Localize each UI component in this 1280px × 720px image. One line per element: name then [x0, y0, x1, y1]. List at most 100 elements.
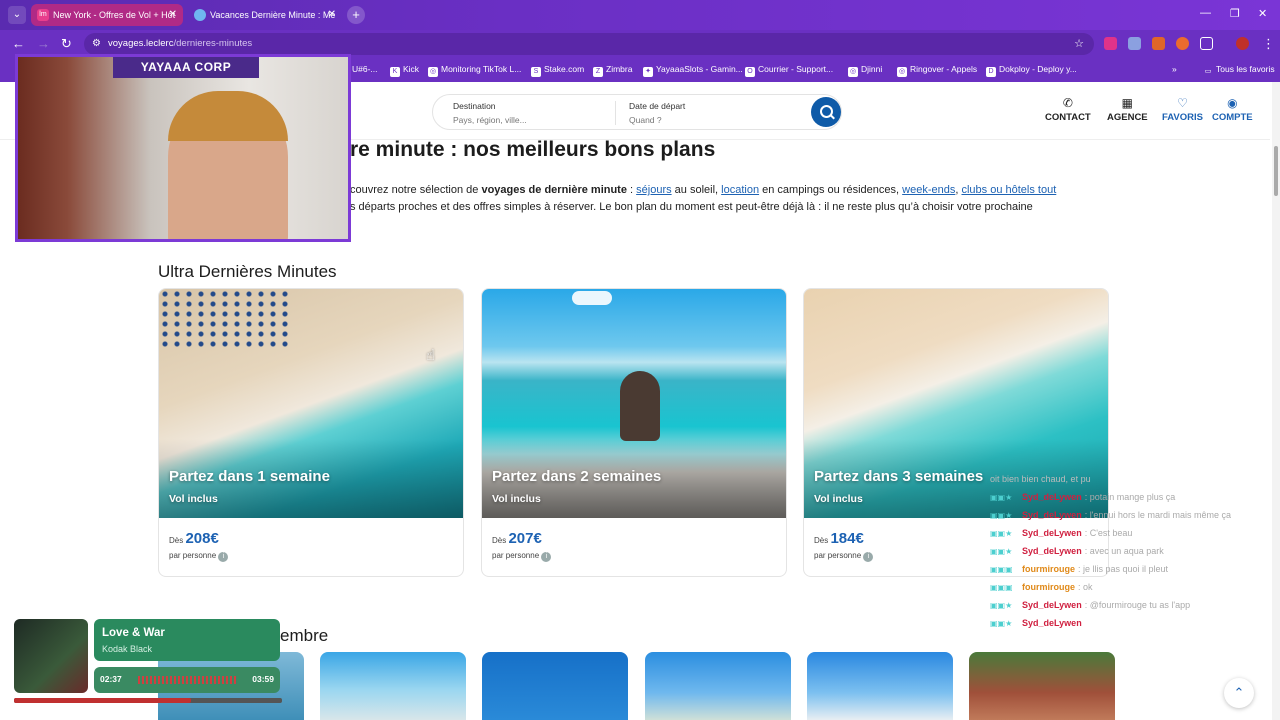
- scrollbar-thumb[interactable]: [1274, 146, 1278, 196]
- badge-icons: ▣▣★: [990, 529, 1013, 538]
- now-playing-widget: Love & War Kodak Black 02:37 03:59: [14, 619, 282, 703]
- tab-list-chevron-icon[interactable]: ⌄: [8, 6, 26, 24]
- outlook-icon: O: [745, 67, 755, 77]
- cloud-shape: [572, 291, 612, 305]
- scroll-to-top-button[interactable]: ⌃: [1224, 678, 1254, 708]
- bookmark-item[interactable]: U#6-...: [352, 64, 378, 74]
- forward-arrow-icon[interactable]: →: [37, 36, 50, 51]
- song-artist: Kodak Black: [102, 644, 153, 654]
- nav-label: FAVORIS: [1162, 112, 1203, 123]
- card-subtitle: Vol inclus: [169, 493, 218, 505]
- globe-icon: ◎: [428, 67, 438, 77]
- info-icon[interactable]: i: [218, 552, 229, 562]
- elapsed-time: 02:37: [100, 674, 122, 684]
- badge-icons: ▣▣▣: [990, 583, 1013, 592]
- bookmark-item[interactable]: ◎ Monitoring TikTok L...: [428, 64, 521, 77]
- price-line: Dès 184€: [814, 530, 864, 547]
- link-location[interactable]: location: [721, 184, 759, 196]
- tab-title: Vacances Dernière Minute : Me: [210, 10, 336, 20]
- bookmark-item[interactable]: Z Zimbra: [593, 64, 632, 77]
- price-line: Dès 208€: [169, 530, 219, 547]
- card-title: Partez dans 1 semaine: [169, 468, 330, 485]
- intro-paragraph: couvrez notre sélection de voyages de de…: [350, 184, 1057, 213]
- bookmark-star-icon[interactable]: ☆: [1074, 33, 1084, 55]
- tab-newyork[interactable]: lm New York - Offres de Vol + Hôt ✕: [31, 4, 183, 26]
- date-placeholder: Quand ?: [629, 115, 662, 125]
- bookmark-item[interactable]: K Kick: [390, 64, 419, 77]
- search-box: Destination Pays, région, ville... Date …: [432, 94, 842, 130]
- search-button[interactable]: [811, 97, 841, 127]
- destination-thumbnail[interactable]: [482, 652, 628, 720]
- more-bookmarks-chevron-icon[interactable]: »: [1172, 64, 1177, 74]
- kebab-menu-icon[interactable]: ⋮: [1262, 36, 1275, 52]
- info-icon[interactable]: i: [541, 552, 552, 562]
- destination-thumbnail[interactable]: [320, 652, 466, 720]
- badge-icons: ▣▣★: [990, 511, 1013, 520]
- offer-card-2-weeks[interactable]: Partez dans 2 semaines Vol inclus Dès 20…: [481, 288, 787, 577]
- phone-icon: ✆: [1062, 96, 1073, 110]
- destination-thumbnail[interactable]: [969, 652, 1115, 720]
- folder-icon: ▭: [1204, 68, 1212, 75]
- nav-favoris[interactable]: ♡ FAVORIS: [1162, 96, 1203, 123]
- bookmark-item[interactable]: ◎ Ringover - Appels: [897, 64, 977, 77]
- nav-label: CONTACT: [1045, 112, 1091, 123]
- lm-favicon-icon: lm: [37, 9, 49, 21]
- destination-thumbnail[interactable]: [645, 652, 791, 720]
- nav-contact[interactable]: ✆ CONTACT: [1045, 96, 1091, 123]
- extension-twitch-icon[interactable]: [1104, 37, 1117, 50]
- url-input[interactable]: ⚙ voyages.leclerc/dernieres-minutes ☆: [84, 33, 1094, 55]
- page-scrollbar[interactable]: [1272, 82, 1280, 720]
- info-icon[interactable]: i: [863, 552, 874, 562]
- bookmark-item[interactable]: O Courrier - Support...: [745, 64, 833, 77]
- badge-icons: ▣▣★: [990, 547, 1013, 556]
- close-tab-icon[interactable]: ✕: [169, 4, 177, 26]
- duration-time: 03:59: [252, 674, 274, 684]
- profile-avatar[interactable]: [1236, 37, 1249, 50]
- link-sejours[interactable]: séjours: [636, 184, 671, 196]
- chat-line: ▣▣★ Syd_deLywen: potain mange plus ça: [990, 492, 1176, 502]
- chat-line: ▣▣★ Syd_deLywen: avec un aqua park: [990, 546, 1164, 556]
- card-subtitle: Vol inclus: [492, 493, 541, 505]
- leclerc-favicon-icon: [194, 9, 206, 21]
- bookmark-item[interactable]: ✦ YayaaaSlots - Gamin...: [643, 64, 743, 77]
- extension-sun-icon[interactable]: [1176, 37, 1189, 50]
- extension-bird-icon[interactable]: [1128, 37, 1141, 50]
- minimize-icon[interactable]: —: [1200, 7, 1211, 19]
- nav-compte[interactable]: ◉ COMPTE: [1212, 96, 1253, 123]
- departure-date-field[interactable]: Date de départ Quand ?: [629, 101, 685, 125]
- album-cover: [14, 619, 88, 693]
- date-label: Date de départ: [629, 101, 686, 111]
- close-tab-icon[interactable]: ✕: [328, 4, 336, 26]
- close-window-icon[interactable]: ✕: [1258, 7, 1267, 20]
- nav-agence[interactable]: ▦ AGENCE: [1107, 96, 1148, 123]
- section-title: Ultra Dernières Minutes: [158, 262, 337, 281]
- reload-icon[interactable]: ↻: [61, 36, 72, 52]
- per-person: par personne i: [169, 551, 229, 562]
- extensions-puzzle-icon[interactable]: [1200, 37, 1213, 50]
- maximize-icon[interactable]: ❐: [1230, 7, 1240, 20]
- offer-card-1-week[interactable]: Partez dans 1 semaine Vol inclus Dès 208…: [158, 288, 464, 577]
- user-icon: ◉: [1227, 96, 1238, 110]
- nav-label: AGENCE: [1107, 112, 1148, 123]
- bookmark-item[interactable]: S Stake.com: [531, 64, 584, 77]
- browser-tab-bar: ⌄ lm New York - Offres de Vol + Hôt ✕ Va…: [0, 0, 1280, 30]
- link-clubs-hotels[interactable]: clubs ou hôtels tout: [961, 184, 1056, 196]
- bookmark-item[interactable]: ◎ Djinni: [848, 64, 882, 77]
- destination-thumbnail[interactable]: [807, 652, 953, 720]
- back-arrow-icon[interactable]: ←: [12, 36, 25, 51]
- badge-icons: ▣▣★: [990, 619, 1013, 628]
- new-tab-plus-icon[interactable]: +: [347, 6, 365, 24]
- tab-vacances[interactable]: Vacances Dernière Minute : Me ✕: [188, 4, 342, 26]
- destination-field[interactable]: Destination Pays, région, ville...: [453, 101, 527, 125]
- nav-label: COMPTE: [1212, 112, 1253, 123]
- per-person: par personne i: [814, 551, 874, 562]
- url-path: /dernieres-minutes: [173, 38, 253, 49]
- site-settings-icon[interactable]: ⚙: [92, 33, 101, 55]
- chat-line: ▣▣★ Syd_deLywen: C'est beau: [990, 528, 1133, 538]
- extension-fire-icon[interactable]: [1152, 37, 1165, 50]
- progress-bar: [14, 698, 282, 703]
- link-weekends[interactable]: week-ends: [902, 184, 955, 196]
- bookmark-item[interactable]: D Dokploy - Deploy y...: [986, 64, 1077, 77]
- destination-placeholder: Pays, région, ville...: [453, 115, 527, 125]
- all-bookmarks-folder[interactable]: ▭ Tous les favoris: [1203, 64, 1275, 77]
